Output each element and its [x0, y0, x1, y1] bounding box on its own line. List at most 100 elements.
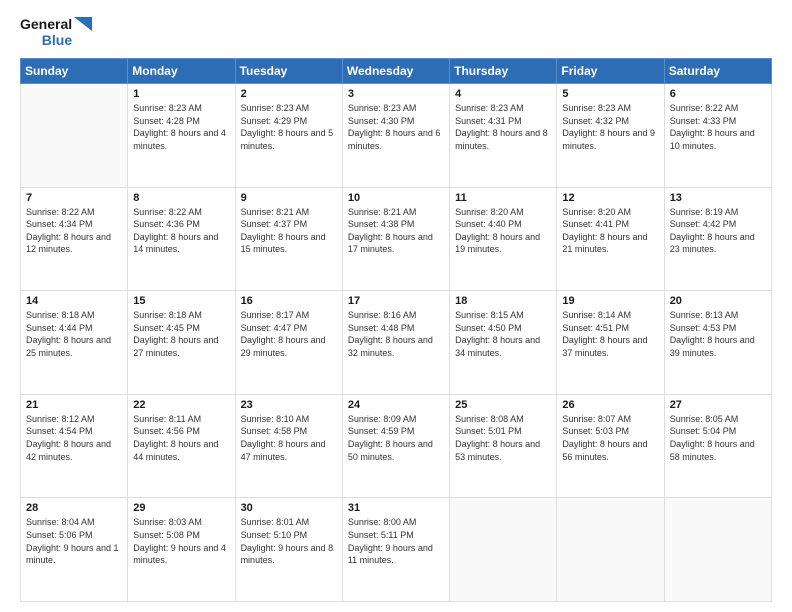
- cell-info: Sunrise: 8:23 AMSunset: 4:29 PMDaylight:…: [241, 102, 337, 152]
- cell-info: Sunrise: 8:18 AMSunset: 4:44 PMDaylight:…: [26, 309, 122, 359]
- logo: General Blue: [20, 16, 92, 48]
- calendar-cell: 9Sunrise: 8:21 AMSunset: 4:37 PMDaylight…: [235, 187, 342, 291]
- col-header-thursday: Thursday: [450, 59, 557, 84]
- week-row-0: 1 Sunrise: 8:23 AMSunset: 4:28 PMDaylight…: [21, 84, 772, 188]
- day-number: 2: [241, 88, 337, 100]
- cell-info: Sunrise: 8:07 AMSunset: 5:03 PMDaylight:…: [562, 413, 658, 463]
- calendar-cell: [557, 498, 664, 602]
- cell-info: Sunrise: 8:23 AMSunset: 4:32 PMDaylight:…: [562, 102, 658, 152]
- day-number: 17: [348, 295, 444, 307]
- cell-info: Sunrise: 8:10 AMSunset: 4:58 PMDaylight:…: [241, 413, 337, 463]
- day-number: 10: [348, 192, 444, 204]
- calendar-cell: 11 Sunrise: 8:20 AMSunset: 4:40 PMDayligh…: [450, 187, 557, 291]
- day-number: 5: [562, 88, 658, 100]
- day-number: 24: [348, 399, 444, 411]
- col-header-friday: Friday: [557, 59, 664, 84]
- day-number: 18: [455, 295, 551, 307]
- calendar-table: SundayMondayTuesdayWednesdayThursdayFrid…: [20, 58, 772, 602]
- day-number: 4: [455, 88, 551, 100]
- cell-info: Sunrise: 8:04 AMSunset: 5:06 PMDaylight:…: [26, 516, 122, 566]
- col-header-tuesday: Tuesday: [235, 59, 342, 84]
- day-number: 26: [562, 399, 658, 411]
- day-number: 28: [26, 502, 122, 514]
- logo-blue: Blue: [42, 32, 72, 48]
- calendar-cell: 2 Sunrise: 8:23 AMSunset: 4:29 PMDaylight…: [235, 84, 342, 188]
- day-number: 23: [241, 399, 337, 411]
- cell-info: Sunrise: 8:14 AMSunset: 4:51 PMDaylight:…: [562, 309, 658, 359]
- calendar-cell: 17 Sunrise: 8:16 AMSunset: 4:48 PMDayligh…: [342, 291, 449, 395]
- calendar-cell: 19 Sunrise: 8:14 AMSunset: 4:51 PMDayligh…: [557, 291, 664, 395]
- col-header-sunday: Sunday: [21, 59, 128, 84]
- col-header-monday: Monday: [128, 59, 235, 84]
- calendar-cell: 5 Sunrise: 8:23 AMSunset: 4:32 PMDaylight…: [557, 84, 664, 188]
- day-number: 7: [26, 192, 122, 204]
- calendar-header-row: SundayMondayTuesdayWednesdayThursdayFrid…: [21, 59, 772, 84]
- cell-info: Sunrise: 8:05 AMSunset: 5:04 PMDaylight:…: [670, 413, 766, 463]
- calendar-cell: 23 Sunrise: 8:10 AMSunset: 4:58 PMDayligh…: [235, 394, 342, 498]
- calendar-cell: [664, 498, 771, 602]
- day-number: 19: [562, 295, 658, 307]
- cell-info: Sunrise: 8:01 AMSunset: 5:10 PMDaylight:…: [241, 516, 337, 566]
- cell-info: Sunrise: 8:21 AMSunset: 4:38 PMDaylight:…: [348, 206, 444, 256]
- week-row-2: 14 Sunrise: 8:18 AMSunset: 4:44 PMDayligh…: [21, 291, 772, 395]
- cell-info: Sunrise: 8:20 AMSunset: 4:40 PMDaylight:…: [455, 206, 551, 256]
- calendar-cell: 12 Sunrise: 8:20 AMSunset: 4:41 PMDayligh…: [557, 187, 664, 291]
- cell-info: Sunrise: 8:03 AMSunset: 5:08 PMDaylight:…: [133, 516, 229, 566]
- cell-info: Sunrise: 8:23 AMSunset: 4:30 PMDaylight:…: [348, 102, 444, 152]
- day-number: 11: [455, 192, 551, 204]
- calendar-cell: 8 Sunrise: 8:22 AMSunset: 4:36 PMDaylight…: [128, 187, 235, 291]
- cell-info: Sunrise: 8:13 AMSunset: 4:53 PMDaylight:…: [670, 309, 766, 359]
- col-header-wednesday: Wednesday: [342, 59, 449, 84]
- calendar-cell: 31 Sunrise: 8:00 AMSunset: 5:11 PMDayligh…: [342, 498, 449, 602]
- cell-info: Sunrise: 8:22 AMSunset: 4:34 PMDaylight:…: [26, 206, 122, 256]
- week-row-4: 28 Sunrise: 8:04 AMSunset: 5:06 PMDayligh…: [21, 498, 772, 602]
- cell-info: Sunrise: 8:00 AMSunset: 5:11 PMDaylight:…: [348, 516, 444, 566]
- calendar-cell: 10 Sunrise: 8:21 AMSunset: 4:38 PMDayligh…: [342, 187, 449, 291]
- calendar-cell: 7 Sunrise: 8:22 AMSunset: 4:34 PMDaylight…: [21, 187, 128, 291]
- cell-info: Sunrise: 8:21 AMSunset: 4:37 PMDaylight:…: [241, 206, 337, 256]
- col-header-saturday: Saturday: [664, 59, 771, 84]
- cell-info: Sunrise: 8:09 AMSunset: 4:59 PMDaylight:…: [348, 413, 444, 463]
- logo-arrow-icon: [74, 17, 92, 47]
- day-number: 25: [455, 399, 551, 411]
- cell-info: Sunrise: 8:23 AMSunset: 4:31 PMDaylight:…: [455, 102, 551, 152]
- calendar-cell: 22Sunrise: 8:11 AMSunset: 4:56 PMDayligh…: [128, 394, 235, 498]
- calendar-cell: 28 Sunrise: 8:04 AMSunset: 5:06 PMDayligh…: [21, 498, 128, 602]
- day-number: 12: [562, 192, 658, 204]
- calendar-cell: 1 Sunrise: 8:23 AMSunset: 4:28 PMDaylight…: [128, 84, 235, 188]
- cell-info: Sunrise: 8:23 AMSunset: 4:28 PMDaylight:…: [133, 102, 229, 152]
- calendar-cell: 30 Sunrise: 8:01 AMSunset: 5:10 PMDayligh…: [235, 498, 342, 602]
- day-number: 29: [133, 502, 229, 514]
- cell-info: Sunrise: 8:08 AMSunset: 5:01 PMDaylight:…: [455, 413, 551, 463]
- day-number: 3: [348, 88, 444, 100]
- day-number: 30: [241, 502, 337, 514]
- calendar-cell: 29 Sunrise: 8:03 AMSunset: 5:08 PMDayligh…: [128, 498, 235, 602]
- day-number: 20: [670, 295, 766, 307]
- cell-info: Sunrise: 8:22 AMSunset: 4:36 PMDaylight:…: [133, 206, 229, 256]
- cell-info: Sunrise: 8:18 AMSunset: 4:45 PMDaylight:…: [133, 309, 229, 359]
- day-number: 13: [670, 192, 766, 204]
- day-number: 27: [670, 399, 766, 411]
- calendar-cell: 26 Sunrise: 8:07 AMSunset: 5:03 PMDayligh…: [557, 394, 664, 498]
- cell-info: Sunrise: 8:17 AMSunset: 4:47 PMDaylight:…: [241, 309, 337, 359]
- calendar-cell: 13 Sunrise: 8:19 AMSunset: 4:42 PMDayligh…: [664, 187, 771, 291]
- day-number: 16: [241, 295, 337, 307]
- cell-info: Sunrise: 8:16 AMSunset: 4:48 PMDaylight:…: [348, 309, 444, 359]
- calendar-cell: 14 Sunrise: 8:18 AMSunset: 4:44 PMDayligh…: [21, 291, 128, 395]
- calendar-cell: 3 Sunrise: 8:23 AMSunset: 4:30 PMDaylight…: [342, 84, 449, 188]
- calendar-cell: 27 Sunrise: 8:05 AMSunset: 5:04 PMDayligh…: [664, 394, 771, 498]
- day-number: 15: [133, 295, 229, 307]
- cell-info: Sunrise: 8:20 AMSunset: 4:41 PMDaylight:…: [562, 206, 658, 256]
- day-number: 31: [348, 502, 444, 514]
- day-number: 21: [26, 399, 122, 411]
- cell-info: Sunrise: 8:19 AMSunset: 4:42 PMDaylight:…: [670, 206, 766, 256]
- calendar-cell: 21Sunrise: 8:12 AMSunset: 4:54 PMDayligh…: [21, 394, 128, 498]
- day-number: 22: [133, 399, 229, 411]
- calendar-cell: 6Sunrise: 8:22 AMSunset: 4:33 PMDaylight…: [664, 84, 771, 188]
- day-number: 1: [133, 88, 229, 100]
- day-number: 8: [133, 192, 229, 204]
- cell-info: Sunrise: 8:15 AMSunset: 4:50 PMDaylight:…: [455, 309, 551, 359]
- calendar-cell: 20 Sunrise: 8:13 AMSunset: 4:53 PMDayligh…: [664, 291, 771, 395]
- calendar-cell: 25 Sunrise: 8:08 AMSunset: 5:01 PMDayligh…: [450, 394, 557, 498]
- day-number: 14: [26, 295, 122, 307]
